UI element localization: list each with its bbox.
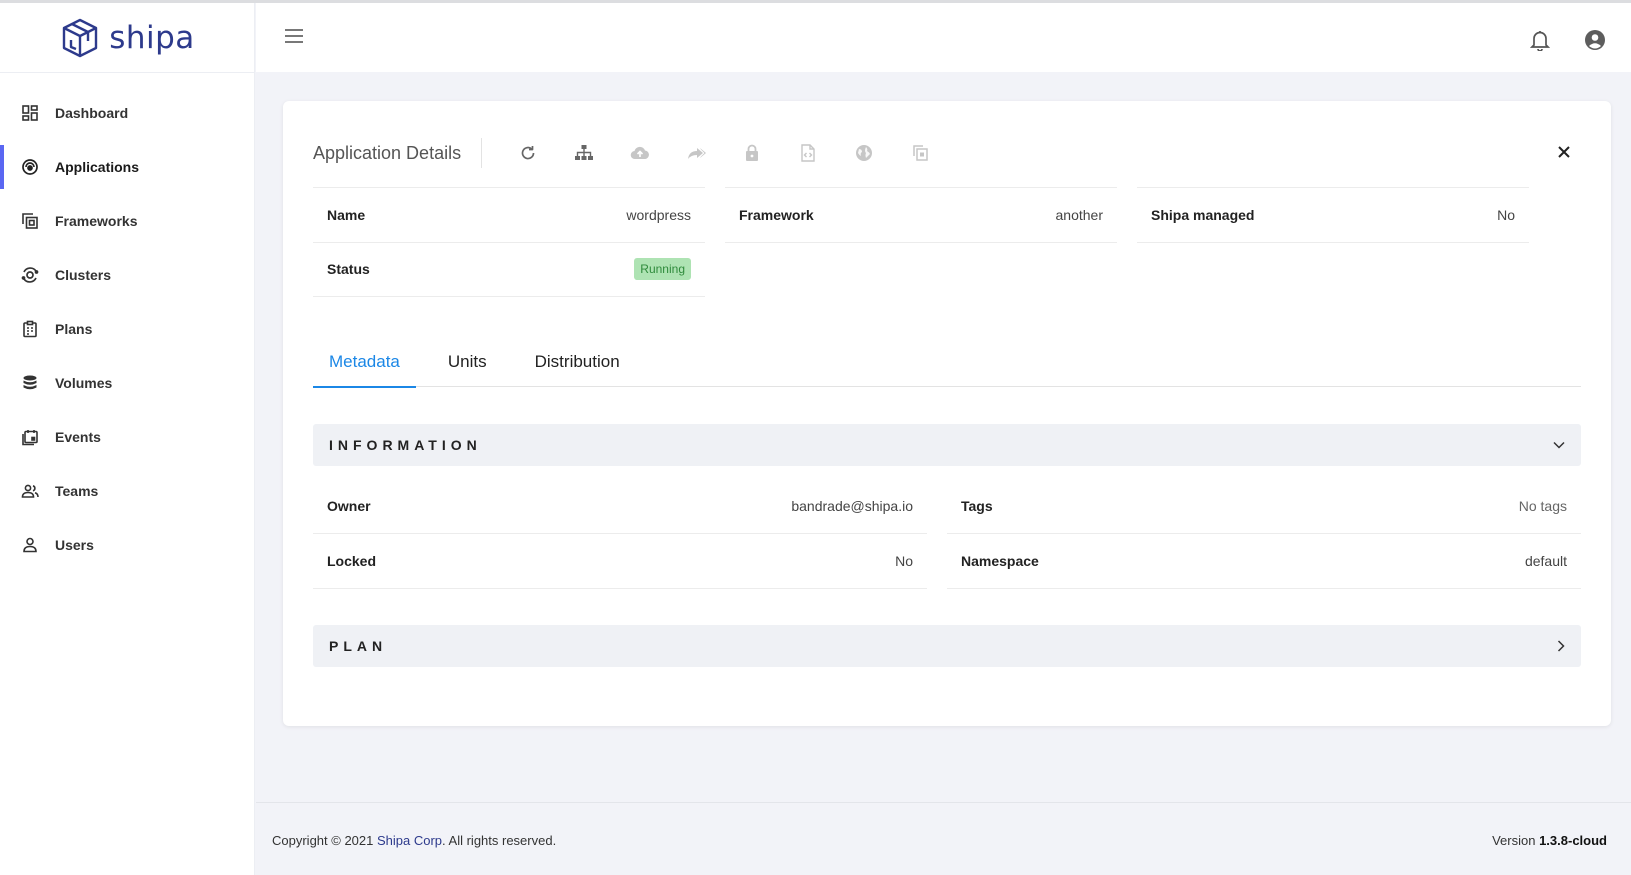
tab-distribution[interactable]: Distribution <box>519 337 636 387</box>
toolbar <box>500 138 948 168</box>
info-locked: Locked No <box>313 533 927 589</box>
sidebar-item-events[interactable]: Events <box>0 410 254 464</box>
logo-text: shipa <box>109 19 195 56</box>
info-tags: Tags No tags <box>947 478 1581 534</box>
sidebar-item-applications[interactable]: Applications <box>0 140 254 194</box>
copyright-suffix: . All rights reserved. <box>442 833 557 848</box>
cloud-upload-icon[interactable] <box>612 138 668 168</box>
users-icon <box>21 536 39 554</box>
info-label: Locked <box>327 552 377 569</box>
info-owner: Owner bandrade@shipa.io <box>313 478 927 534</box>
detail-status: Status Running <box>313 241 705 297</box>
detail-label: Name <box>327 207 366 223</box>
detail-value: another <box>1055 207 1103 223</box>
plan-section-header[interactable]: PLAN <box>313 625 1581 667</box>
refresh-icon[interactable] <box>500 138 556 168</box>
sidebar-item-users[interactable]: Users <box>0 518 254 572</box>
sidebar-nav: Dashboard Applications Frameworks Cluste… <box>0 73 254 572</box>
info-namespace: Namespace default <box>947 533 1581 589</box>
file-code-icon[interactable] <box>780 138 836 168</box>
sidebar-item-teams[interactable]: Teams <box>0 464 254 518</box>
section-title: INFORMATION <box>329 437 482 453</box>
sidebar-item-dashboard[interactable]: Dashboard <box>0 86 254 140</box>
dashboard-icon <box>21 104 39 122</box>
applications-icon <box>21 158 39 176</box>
frameworks-icon <box>21 212 39 230</box>
info-value: No <box>895 552 913 569</box>
card-title: Application Details <box>313 138 483 168</box>
tab-units[interactable]: Units <box>432 337 503 387</box>
company-link[interactable]: Shipa Corp <box>377 833 442 848</box>
copyright-prefix: Copyright © 2021 <box>272 833 377 848</box>
volumes-icon <box>21 374 39 392</box>
info-value: No tags <box>1518 497 1567 514</box>
detail-label: Framework <box>739 207 814 223</box>
sidebar-item-label: Teams <box>55 483 99 499</box>
tab-bar: Metadata Units Distribution <box>313 337 1581 388</box>
chevron-right-icon <box>1557 640 1565 652</box>
footer: Copyright © 2021 Shipa Corp. All rights … <box>256 802 1631 875</box>
version-number: 1.3.8-cloud <box>1539 833 1607 848</box>
sidebar-item-label: Users <box>55 537 94 553</box>
copyright: Copyright © 2021 Shipa Corp. All rights … <box>272 833 556 848</box>
sidebar-item-label: Plans <box>55 321 93 337</box>
info-label: Owner <box>327 497 371 514</box>
version-label: Version <box>1492 833 1540 848</box>
detail-value: wordpress <box>626 207 691 223</box>
chevron-down-icon <box>1553 441 1565 449</box>
logo[interactable]: shipa <box>0 3 254 73</box>
clusters-icon <box>21 266 39 284</box>
sidebar-item-label: Applications <box>55 159 140 175</box>
sidebar: shipa Dashboard Applications Frameworks … <box>0 3 255 875</box>
detail-framework: Framework another <box>725 187 1117 243</box>
sidebar-item-frameworks[interactable]: Frameworks <box>0 194 254 248</box>
teams-icon <box>21 482 39 500</box>
events-icon <box>21 428 39 446</box>
menu-icon[interactable] <box>284 28 304 44</box>
sidebar-item-label: Clusters <box>55 267 112 283</box>
top-header <box>256 3 1631 72</box>
section-title: PLAN <box>329 638 388 654</box>
detail-name: Name wordpress <box>313 187 705 243</box>
version: Version 1.3.8-cloud <box>1492 833 1607 848</box>
copy-icon[interactable] <box>892 138 948 168</box>
sidebar-item-label: Events <box>55 429 101 445</box>
hierarchy-icon[interactable] <box>556 138 612 168</box>
card-header: Application Details <box>313 137 948 169</box>
info-value: bandrade@shipa.io <box>791 497 913 514</box>
detail-value: No <box>1497 207 1515 223</box>
bell-icon[interactable] <box>1530 29 1550 51</box>
close-icon[interactable] <box>1555 143 1573 161</box>
sidebar-item-plans[interactable]: Plans <box>0 302 254 356</box>
sidebar-item-clusters[interactable]: Clusters <box>0 248 254 302</box>
lock-icon[interactable] <box>724 138 780 168</box>
info-value: default <box>1524 552 1567 569</box>
detail-shipa-managed: Shipa managed No <box>1137 187 1529 243</box>
detail-label: Shipa managed <box>1151 207 1255 223</box>
plans-icon <box>21 320 39 338</box>
status-badge: Running <box>634 257 691 280</box>
tab-metadata[interactable]: Metadata <box>313 337 416 388</box>
sidebar-item-label: Frameworks <box>55 213 138 229</box>
info-label: Namespace <box>961 552 1039 569</box>
account-icon[interactable] <box>1584 29 1606 51</box>
application-details-card: Application Details Name wordpress Frame… <box>283 101 1611 726</box>
detail-label: Status <box>327 260 370 277</box>
shipa-logo-icon <box>59 17 101 59</box>
globe-icon[interactable] <box>836 138 892 168</box>
sidebar-item-volumes[interactable]: Volumes <box>0 356 254 410</box>
forward-icon[interactable] <box>668 138 724 168</box>
sidebar-item-label: Dashboard <box>55 105 129 121</box>
info-label: Tags <box>961 497 993 514</box>
sidebar-item-label: Volumes <box>55 375 113 391</box>
information-section-header[interactable]: INFORMATION <box>313 424 1581 466</box>
